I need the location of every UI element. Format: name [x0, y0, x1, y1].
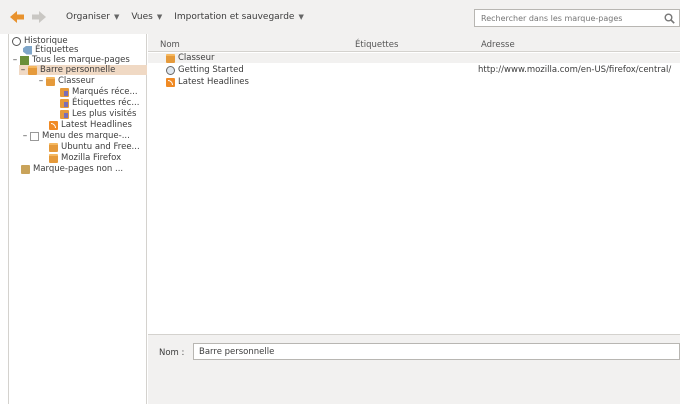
collapse-toggle[interactable]: – [37, 76, 45, 86]
folder-icon [166, 53, 175, 63]
row-name: Getting Started [178, 65, 244, 75]
tree-item-label: Les plus visités [72, 109, 137, 119]
arrow-left-icon [10, 11, 24, 23]
details-pane: Nom : [148, 334, 680, 404]
tree-item-toolbar[interactable]: – Barre personnelle [19, 65, 147, 75]
organize-label: Organiser [66, 12, 110, 22]
tree-item-ubuntu[interactable]: Ubuntu and Free... [49, 142, 140, 152]
tag-icon [23, 45, 32, 55]
tree-item-label: Étiquettes [35, 45, 79, 55]
library-icon [20, 55, 29, 65]
organize-menu[interactable]: Organiser ▼ [66, 12, 119, 22]
column-name[interactable]: Nom [160, 40, 180, 50]
table-row[interactable]: Getting Started http://www.mozilla.com/e… [148, 65, 680, 75]
toolbar: Organiser ▼ Vues ▼ Importation et sauvegar… [0, 0, 680, 34]
rss-icon [49, 120, 58, 130]
back-button[interactable] [10, 11, 24, 23]
collapse-toggle[interactable]: – [11, 55, 19, 65]
tree-item-label: Étiquettes réc... [72, 98, 140, 108]
name-field-wrapper [193, 343, 680, 360]
tree-item-label: Latest Headlines [61, 120, 132, 130]
name-label: Nom : [159, 348, 185, 358]
folder-icon [49, 153, 58, 163]
table-row[interactable]: Latest Headlines [148, 77, 680, 87]
bookmark-list: Classeur Getting Started http://www.mozi… [148, 52, 680, 334]
column-address[interactable]: Adresse [481, 40, 515, 50]
tree-item-classeur[interactable]: – Classeur [37, 76, 95, 86]
column-tags[interactable]: Étiquettes [355, 40, 398, 50]
menu-icon [30, 131, 39, 141]
tree-item-bookmarks-menu[interactable]: – Menu des marque-... [21, 131, 130, 141]
tree-item-latest-headlines[interactable]: Latest Headlines [49, 120, 132, 130]
import-menu[interactable]: Importation et sauvegarde ▼ [174, 12, 304, 22]
tree-item-tags[interactable]: Étiquettes [23, 45, 78, 55]
tree-item-mozilla-firefox[interactable]: Mozilla Firefox [49, 153, 121, 163]
tree-item-label: Menu des marque-... [42, 131, 130, 141]
table-row[interactable]: Classeur [148, 53, 680, 63]
name-field[interactable] [194, 344, 679, 359]
tree-item-recent-tags[interactable]: Étiquettes réc... [60, 98, 139, 108]
clock-icon [12, 36, 21, 46]
row-url: http://www.mozilla.com/en-US/firefox/cen… [478, 65, 672, 75]
globe-icon [166, 65, 175, 75]
collapse-toggle[interactable]: – [19, 65, 27, 75]
tree-item-most-visited[interactable]: Les plus visités [60, 109, 136, 119]
row-name: Classeur [178, 53, 215, 63]
tree-item-label: Tous les marque-pages [32, 55, 130, 65]
smart-folder-icon [60, 87, 69, 97]
rss-icon [166, 77, 175, 87]
chevron-down-icon: ▼ [156, 13, 163, 21]
row-name: Latest Headlines [178, 77, 249, 87]
folder-icon [46, 76, 55, 86]
smart-folder-icon [60, 109, 69, 119]
tree-item-label: Mozilla Firefox [61, 153, 122, 163]
smart-folder-icon [60, 98, 69, 108]
search-icon[interactable] [661, 10, 677, 26]
collapse-toggle[interactable]: – [21, 131, 29, 141]
folder-icon [28, 65, 37, 75]
tree-item-label: Marqués réce... [72, 87, 138, 97]
views-menu[interactable]: Vues ▼ [131, 12, 162, 22]
views-label: Vues [131, 12, 153, 22]
tree-item-all-bookmarks[interactable]: – Tous les marque-pages [11, 55, 130, 65]
column-headers: Nom Étiquettes Adresse [148, 34, 680, 52]
arrow-right-icon [32, 11, 46, 23]
import-label: Importation et sauvegarde [174, 12, 295, 22]
chevron-down-icon: ▼ [298, 13, 304, 21]
search-input[interactable] [481, 13, 661, 23]
folder-icon [49, 142, 58, 152]
tree-item-label: Barre personnelle [40, 65, 116, 75]
forward-button[interactable] [32, 11, 46, 23]
tree-item-label: Classeur [58, 76, 95, 86]
bookmarks-tree: Historique Étiquettes – Tous les marque-p… [8, 34, 147, 404]
chevron-down-icon: ▼ [114, 13, 120, 21]
tree-item-recent-bookmarks[interactable]: Marqués réce... [60, 87, 138, 97]
tree-item-label: Marque-pages non ... [33, 164, 124, 174]
search-box[interactable] [474, 9, 680, 27]
unsorted-icon [21, 164, 30, 174]
tree-item-label: Ubuntu and Free... [61, 142, 140, 152]
tree-item-unsorted[interactable]: Marque-pages non ... [21, 164, 123, 174]
